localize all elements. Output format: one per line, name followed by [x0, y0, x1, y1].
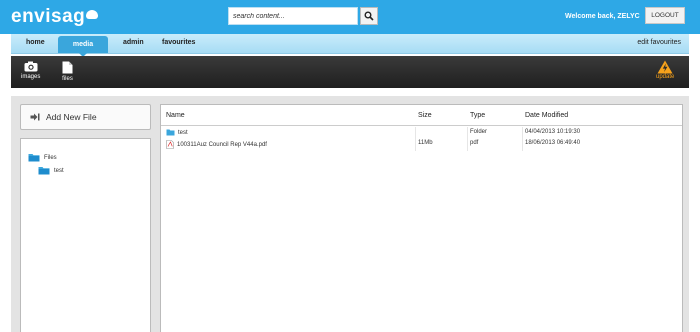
search-input[interactable]	[228, 7, 358, 25]
folder-tree: Files test	[20, 138, 151, 332]
table-row[interactable]: test Folder 04/04/2013 10:19:30	[162, 128, 682, 139]
pdf-icon	[166, 140, 174, 149]
column-header-name[interactable]: Name	[166, 112, 185, 119]
folder-icon	[166, 129, 175, 136]
file-name-cell: 100311Auz Council Rep V44a.pdf	[166, 140, 267, 149]
nav-media[interactable]: media	[58, 36, 108, 57]
logo-text: envisag	[11, 6, 86, 27]
warning-update-icon	[657, 60, 673, 74]
tree-node-label: test	[54, 167, 64, 174]
content-area: Add New File Files test Name Size Type D…	[11, 96, 689, 332]
tree-node-test[interactable]: test	[38, 166, 64, 175]
nav-admin[interactable]: admin	[123, 39, 144, 46]
images-label: images	[21, 74, 41, 80]
logout-button[interactable]: LOGOUT	[645, 7, 685, 24]
file-list-panel: Name Size Type Date Modified test Folder…	[160, 104, 683, 332]
envisage-logo[interactable]: envisag	[11, 6, 99, 28]
tree-node-label: Files	[44, 154, 57, 161]
nav-home[interactable]: home	[26, 39, 45, 46]
file-date: 04/04/2013 10:19:30	[525, 129, 581, 135]
import-icon	[30, 113, 40, 121]
folder-icon	[28, 154, 40, 162]
left-panel: Add New File Files test	[20, 104, 151, 332]
file-type: pdf	[470, 140, 479, 146]
add-new-file-button[interactable]: Add New File	[20, 104, 151, 130]
search-icon	[364, 11, 374, 21]
file-type: Folder	[470, 129, 488, 135]
welcome-message: Welcome back, ZELYC	[565, 13, 640, 20]
add-new-file-label: Add New File	[46, 112, 97, 122]
search-bar	[228, 7, 378, 25]
column-header-size[interactable]: Size	[418, 112, 432, 119]
column-header-type[interactable]: Type	[470, 112, 485, 119]
camera-icon	[24, 61, 38, 72]
main-nav: home media admin favourites edit favouri…	[11, 34, 689, 57]
table-row[interactable]: 100311Auz Council Rep V44a.pdf 11Mb pdf …	[162, 139, 682, 150]
header-divider	[161, 125, 682, 126]
file-name-cell: test	[166, 129, 188, 136]
file-size: 11Mb	[418, 140, 433, 146]
media-toolbar: images files update	[11, 56, 689, 88]
images-tool[interactable]: images	[21, 61, 40, 80]
file-name: 100311Auz Council Rep V44a.pdf	[177, 141, 267, 148]
update-label: update	[656, 74, 675, 80]
top-bar: envisag Welcome back, ZELYC LOGOUT	[0, 0, 700, 34]
files-label: files	[62, 76, 73, 82]
files-tool[interactable]: files	[62, 61, 73, 82]
tree-node-files[interactable]: Files	[28, 153, 57, 162]
file-date: 18/06/2013 06:49:40	[525, 140, 581, 146]
edit-favourites-link[interactable]: edit favourites	[637, 39, 681, 46]
search-button[interactable]	[360, 7, 378, 25]
file-name: test	[178, 129, 188, 136]
column-header-date-modified[interactable]: Date Modified	[525, 112, 568, 119]
folder-icon	[38, 167, 50, 175]
nav-favourites[interactable]: favourites	[162, 39, 195, 46]
file-icon	[62, 61, 73, 74]
update-tool[interactable]: update	[656, 60, 674, 80]
cloud-icon	[86, 9, 99, 19]
